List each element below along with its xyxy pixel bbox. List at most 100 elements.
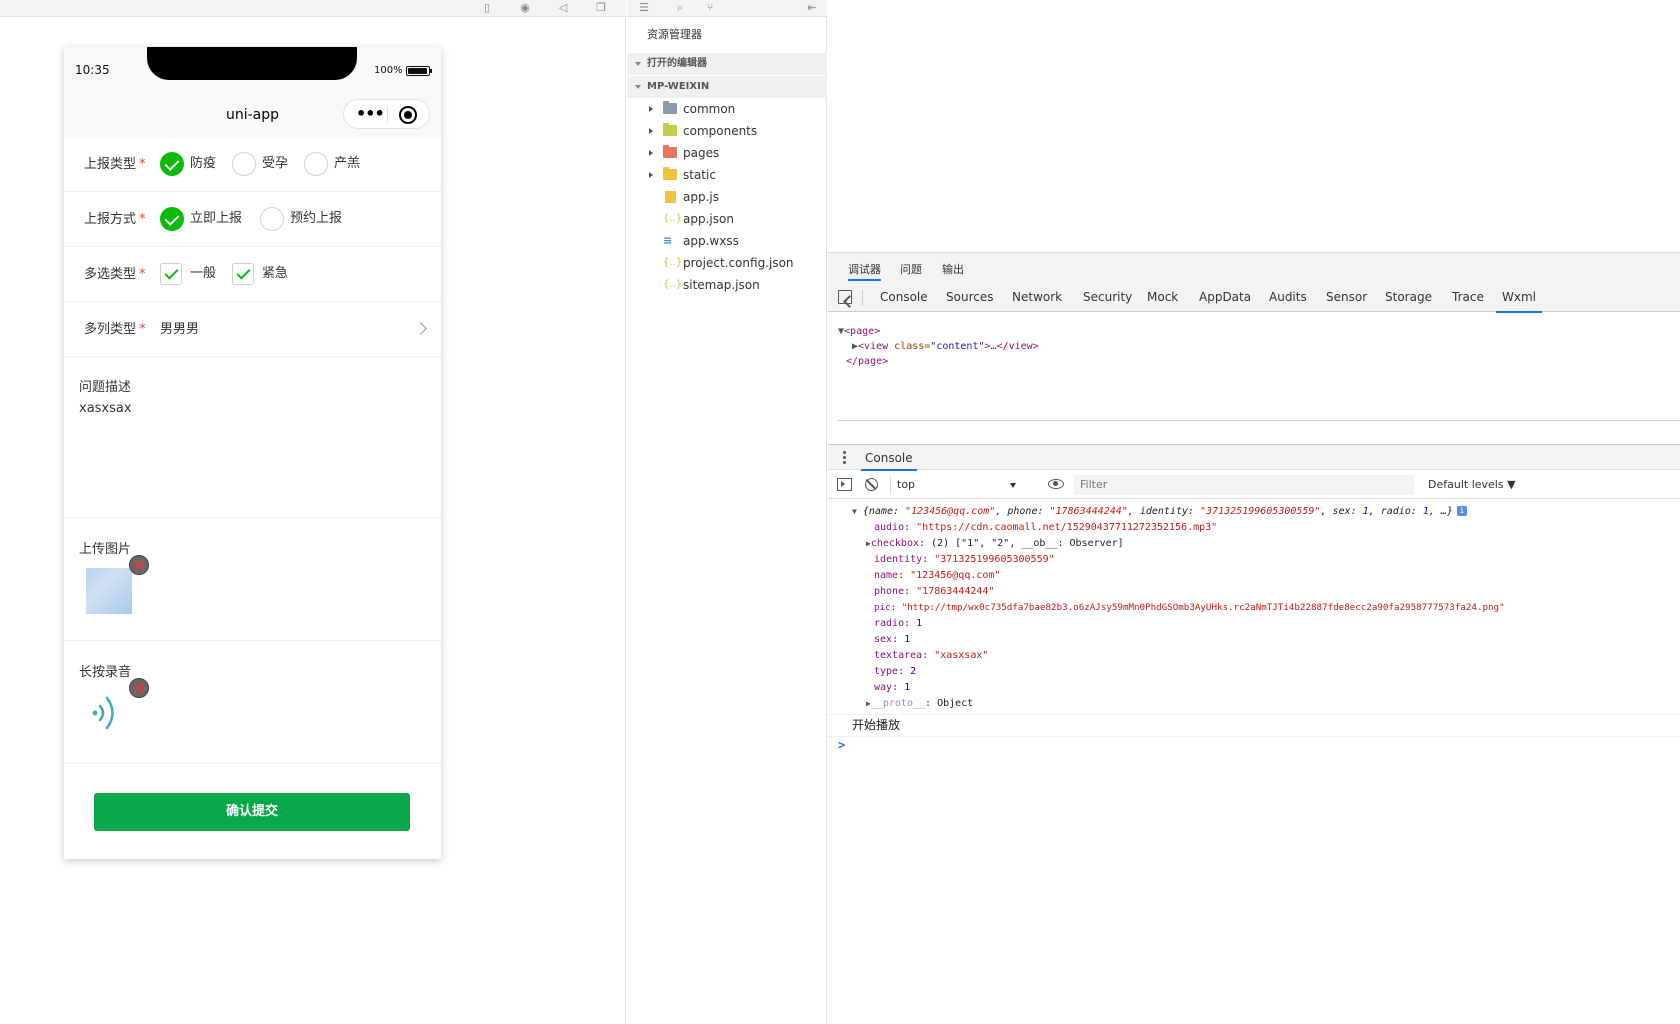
devtools-window: ▯ ◉ ◁ ❐ 10:35 100% uni-app ••• 上报类型 * 防疫… [0,0,1680,1024]
console-prop-line: sex: 1 [874,634,911,645]
devtools-tabs: Console Sources Network Security Mock Ap… [828,282,1680,313]
context-select[interactable]: top [890,476,1020,494]
collapse-panel-icon[interactable]: ⇤ [805,1,819,14]
stop-icon[interactable]: ◉ [518,1,532,14]
tab-output[interactable]: 输出 [942,261,964,277]
tab-appdata[interactable]: AppData [1199,290,1251,304]
tree-item-pages[interactable]: pages [627,142,827,164]
tab-storage[interactable]: Storage [1385,290,1432,304]
report-way-row: 上报方式 * 立即上报 预约上报 [64,192,441,247]
console-prop-line: way: 1 [874,682,911,693]
tab-mock[interactable]: Mock [1147,290,1178,304]
console-prop-line: pic: "http://tmp/wx0c735dfa7bae82b3.o6zA… [874,602,1505,613]
tab-audits[interactable]: Audits [1269,290,1307,304]
simulator-toolbar: ▯ ◉ ◁ ❐ [0,0,626,17]
volume-icon[interactable]: ◁ [556,1,570,14]
info-icon[interactable]: i [1456,506,1467,516]
list-icon[interactable]: ☰ [637,1,651,14]
option-label: 防疫 [190,156,217,171]
tab-separator [862,290,863,306]
status-bar: 10:35 100% [64,47,441,93]
tree-item-sitemap[interactable]: {..} sitemap.json [627,274,827,296]
show-sidebar-icon[interactable] [837,478,852,491]
report-type-label: 上报类型 * [84,157,146,172]
json-file-icon: {..} [663,279,683,290]
multi-column-row[interactable]: 多列类型 * 男男男 [64,302,441,357]
console-prompt[interactable]: > [838,738,845,754]
expand-arrow-icon[interactable] [649,106,653,112]
folder-icon [663,123,677,136]
tree-item-app-json[interactable]: {..} app.json [627,208,827,230]
console-toolbar: top Default levels ▼ [828,471,1680,499]
console-prop-line: audio: "https://cdn.caomall.net/15290437… [874,522,1218,533]
console-object-summary[interactable]: ▼ {name: "123456@qq.com", phone: "178634… [852,504,1467,520]
tree-item-project-config[interactable]: {..} project.config.json [627,252,827,274]
tree-item-label: project.config.json [683,256,794,270]
live-expression-eye-icon[interactable] [1048,479,1064,489]
log-levels-dropdown[interactable]: Default levels ▼ [1428,478,1516,491]
tree-item-common[interactable]: common [627,98,827,120]
project-section[interactable]: MP-WEIXIN [627,76,827,98]
checkbox-checked-icon[interactable] [160,263,182,285]
git-branch-icon[interactable]: ⑂ [703,1,717,14]
option-label: 受孕 [262,156,289,171]
multi-column-label: 多列类型 * [84,322,146,337]
tab-sources[interactable]: Sources [946,290,993,304]
tree-item-static[interactable]: static [627,164,827,186]
wxml-node-view[interactable]: ▶<view class="content">…</view> [838,339,1039,354]
tab-debugger[interactable]: 调试器 [848,261,881,281]
tab-console[interactable]: Console [880,290,928,304]
expand-arrow-icon[interactable] [649,150,653,156]
delete-image-icon[interactable] [129,555,149,575]
checkbox-checked-icon[interactable] [232,263,254,285]
tree-item-app-wxss[interactable]: ≡ app.wxss [627,230,827,252]
report-type-row: 上报类型 * 防疫 受孕 产羔 [64,137,441,192]
submit-button[interactable]: 确认提交 [94,793,410,831]
tab-issues[interactable]: 问题 [900,261,922,277]
console-filter-input[interactable] [1074,475,1414,495]
kebab-menu-icon[interactable] [843,451,846,465]
console-prop-line[interactable]: ▶checkbox: (2) ["1", "2", __ob__: Observ… [866,536,1124,552]
tab-trace[interactable]: Trace [1452,290,1484,304]
radio-checked-icon[interactable] [160,152,184,176]
json-file-icon: {..} [663,213,683,224]
radio-unchecked-icon[interactable] [304,152,328,176]
description-textarea[interactable]: xasxsax [79,401,132,416]
tab-sensor[interactable]: Sensor [1326,290,1367,304]
console-prop-line[interactable]: ▶__proto__: Object [866,696,973,712]
window-icon[interactable]: ❐ [594,1,608,14]
multi-column-value[interactable]: 男男男 [160,302,199,357]
expand-arrow-icon[interactable] [649,172,653,178]
record-block: 长按录音 [64,641,441,764]
tree-item-app-js[interactable]: app.js [627,186,827,208]
multi-type-row: 多选类型 * 一般 紧急 [64,247,441,302]
inspect-element-icon[interactable] [838,290,852,304]
expand-triangle-icon[interactable]: ▼ [852,507,857,516]
radio-unchecked-icon[interactable] [260,207,284,231]
uploaded-image-thumb[interactable] [86,568,132,614]
tab-security[interactable]: Security [1083,290,1132,304]
clear-console-icon[interactable] [865,478,878,491]
console-drawer-tab[interactable]: Console [861,451,917,471]
phone-icon[interactable]: ▯ [480,1,494,14]
tree-item-components[interactable]: components [627,120,827,142]
search-icon[interactable]: ⌕ [673,1,687,14]
expand-arrow-icon[interactable] [649,128,653,134]
delete-audio-icon[interactable] [129,678,149,698]
tab-network[interactable]: Network [1012,290,1062,304]
phone-notch [147,47,357,80]
tree-item-label: static [683,168,716,182]
close-capsule-icon[interactable] [399,106,417,124]
tree-item-label: components [683,124,758,138]
radio-checked-icon[interactable] [160,207,184,231]
console-prop-line: type: 2 [874,666,917,677]
radio-unchecked-icon[interactable] [232,152,256,176]
description-label: 问题描述 [79,380,132,395]
wxml-node-page[interactable]: ▼<page> [838,324,1039,339]
voice-icon[interactable] [90,691,130,735]
nav-bar: uni-app ••• [64,93,441,137]
battery-icon [406,66,432,76]
tab-wxml[interactable]: Wxml [1496,290,1542,313]
more-icon[interactable]: ••• [356,104,385,124]
open-editors-section[interactable]: 打开的编辑器 [627,53,827,75]
